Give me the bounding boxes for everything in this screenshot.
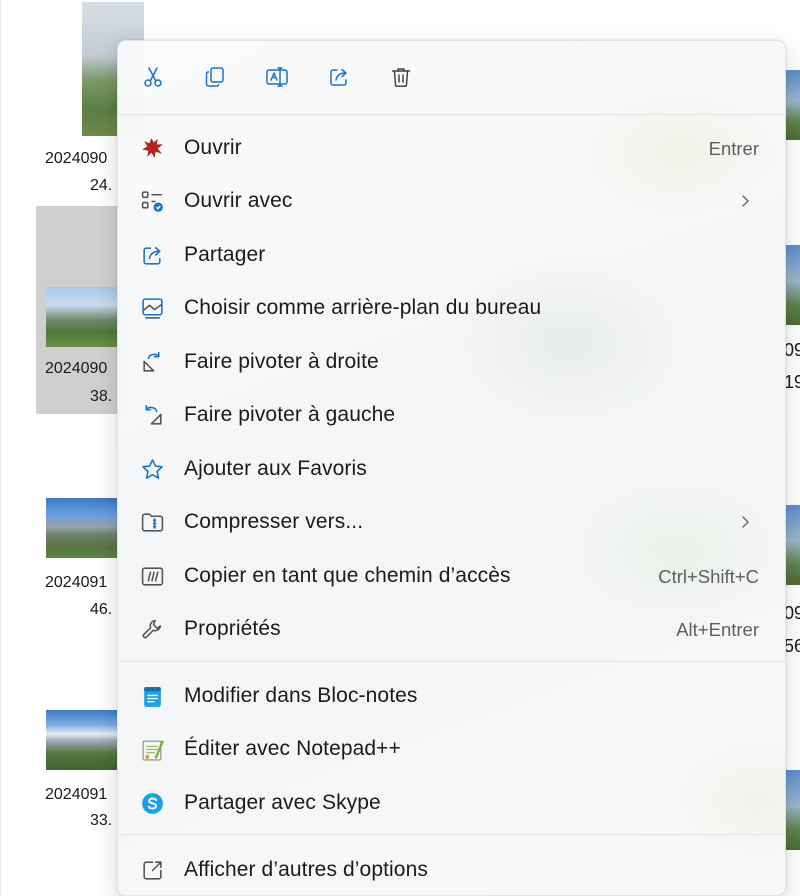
paint-splash-icon (139, 135, 165, 161)
file-name[interactable]: 2024091 (45, 786, 107, 804)
file-thumbnail[interactable] (46, 498, 118, 558)
menu-separator (118, 114, 785, 115)
chevron-right-icon (742, 195, 749, 207)
file-name-ext: 24. (90, 177, 113, 194)
menu-item-rotate-right[interactable]: Faire pivoter à droite (130, 337, 775, 387)
menu-item-label: Faire pivoter à gauche (184, 403, 396, 426)
menu-item-label: Ajouter aux Favoris (184, 457, 367, 480)
menu-item-label: Ouvrir avec (184, 189, 293, 212)
wrench-icon (139, 616, 165, 642)
file-name-ext: 46. (90, 601, 113, 618)
menu-item-add-favorites[interactable]: Ajouter aux Favoris (130, 444, 775, 494)
file-thumbnail[interactable] (46, 287, 118, 347)
menu-item-open-with[interactable]: Ouvrir avec (130, 176, 775, 226)
context-menu: Ouvrir Entrer Ouvrir avec Partager Chois… (117, 40, 786, 896)
menu-item-label: Afficher d’autres d’options (184, 858, 428, 881)
menu-item-copy-as-path[interactable]: Copier en tant que chemin d’accès Ctrl+S… (130, 551, 775, 601)
file-thumbnail[interactable] (784, 505, 800, 585)
menu-item-label: Modifier dans Bloc-notes (184, 684, 418, 707)
scissors-icon (144, 67, 162, 87)
file-thumbnail[interactable] (46, 710, 118, 770)
context-menu-toolbar (118, 41, 785, 114)
star-icon (139, 456, 165, 482)
share-icon (330, 68, 347, 86)
skype-icon (139, 790, 165, 816)
zip-folder-icon (139, 509, 165, 535)
trash-icon (391, 68, 411, 88)
shortcut-label: Entrer (708, 138, 759, 159)
file-thumbnail[interactable] (784, 245, 800, 325)
menu-item-share[interactable]: Partager (130, 230, 775, 280)
cut-button[interactable] (135, 59, 171, 95)
menu-item-edit-notepadpp[interactable]: Éditer avec Notepad++ (130, 724, 775, 774)
file-name-fragment: 09 (784, 340, 800, 360)
copy-path-icon (139, 563, 165, 589)
wallpaper-icon (139, 295, 165, 321)
menu-item-more-options[interactable]: Afficher d’autres d’options (130, 845, 775, 895)
file-thumbnail[interactable] (784, 70, 800, 140)
desktop-screen: 2024090 24. 2024090 38. 2024091 46. 2024… (0, 0, 800, 896)
menu-item-label: Propriétés (184, 617, 281, 640)
file-name[interactable]: 2024090 (45, 150, 107, 168)
chevron-right-icon (742, 516, 749, 528)
menu-item-label: Compresser vers... (184, 510, 364, 533)
file-name[interactable]: 2024090 (45, 360, 107, 378)
file-name-fragment: 19 (784, 372, 800, 392)
menu-item-label: Choisir comme arrière-plan du bureau (184, 296, 542, 319)
menu-item-label: Ouvrir (184, 136, 242, 159)
menu-item-compress[interactable]: Compresser vers... (130, 497, 775, 547)
rotate-right-icon (139, 349, 165, 375)
menu-item-share-skype[interactable]: Partager avec Skype (130, 778, 775, 828)
menu-separator (118, 834, 785, 835)
rename-icon (266, 67, 288, 87)
menu-item-label: Partager avec Skype (184, 791, 381, 814)
rotate-left-icon (139, 402, 165, 428)
more-options-icon (139, 857, 165, 883)
delete-button[interactable] (383, 59, 419, 95)
menu-item-label: Partager (184, 243, 266, 266)
menu-separator (118, 661, 785, 662)
menu-item-label: Éditer avec Notepad++ (184, 737, 401, 760)
copy-button[interactable] (197, 59, 233, 95)
file-name-ext: 38. (90, 388, 113, 405)
open-with-icon (139, 188, 165, 214)
shortcut-label: Alt+Entrer (676, 619, 759, 640)
menu-item-label: Copier en tant que chemin d’accès (184, 564, 511, 587)
file-name-fragment: 56 (784, 636, 800, 656)
menu-item-properties[interactable]: Propriétés Alt+Entrer (130, 604, 775, 654)
rename-button[interactable] (259, 59, 295, 95)
file-name[interactable]: 2024091 (45, 574, 107, 592)
menu-item-label: Faire pivoter à droite (184, 350, 379, 373)
notepad-icon (139, 683, 165, 709)
menu-item-edit-notepad[interactable]: Modifier dans Bloc-notes (130, 671, 775, 721)
copy-icon (205, 67, 224, 87)
file-name-ext: 33. (90, 812, 113, 829)
left-divider (0, 0, 1, 896)
shortcut-label: Ctrl+Shift+C (658, 566, 759, 587)
file-thumbnail[interactable] (784, 770, 800, 850)
notepadpp-icon (139, 736, 165, 762)
share-icon (139, 242, 165, 268)
menu-item-open[interactable]: Ouvrir Entrer (130, 123, 775, 173)
menu-item-set-wallpaper[interactable]: Choisir comme arrière-plan du bureau (130, 283, 775, 333)
file-name-fragment: 09 (784, 603, 800, 623)
share-button[interactable] (321, 59, 357, 95)
menu-item-rotate-left[interactable]: Faire pivoter à gauche (130, 390, 775, 440)
